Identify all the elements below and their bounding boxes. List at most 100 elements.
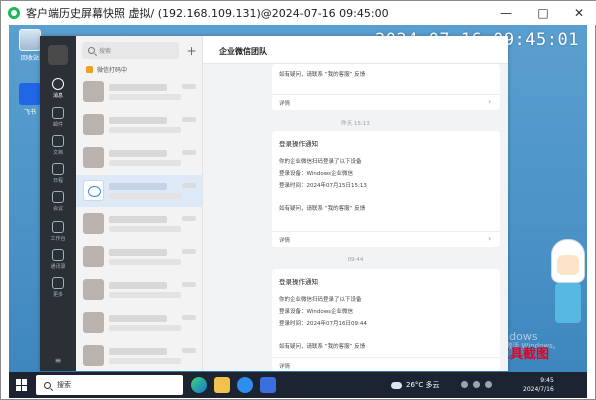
minimize-button[interactable]: — <box>488 1 524 25</box>
list-item[interactable] <box>76 76 202 108</box>
blurred-time <box>182 216 196 221</box>
character-face <box>557 255 579 275</box>
tray-icon[interactable] <box>461 381 468 388</box>
document-icon <box>52 135 64 147</box>
wecom-nav-bar: 消息 邮件 文档 日程 会议 工作台 通讯录 更多 ≡ <box>40 36 76 371</box>
details-label: 详情 <box>279 238 291 244</box>
blurred-time <box>182 348 196 353</box>
avatar <box>83 312 104 333</box>
details-link[interactable]: 详情 <box>272 357 500 371</box>
details-link[interactable]: 详情 › <box>272 94 500 110</box>
avatar <box>83 345 104 366</box>
blurred-name <box>109 315 167 322</box>
message-timestamp: 09:44 <box>347 257 364 263</box>
maximize-button[interactable]: □ <box>525 1 561 25</box>
nav-messages[interactable]: 消息 <box>40 78 76 99</box>
blurred-time <box>182 249 196 254</box>
message-icon <box>52 78 64 90</box>
nav-mail[interactable]: 邮件 <box>40 107 76 128</box>
nav-label: 文档 <box>52 150 63 156</box>
message-timestamp: 昨天 15:13 <box>341 121 370 127</box>
list-item[interactable] <box>76 307 202 339</box>
close-button[interactable]: ✕ <box>561 1 596 25</box>
title-bar: 客户端历史屏幕快照 虚拟/ (192.168.109.131)@2024-07-… <box>1 1 596 25</box>
nav-workbench[interactable]: 工作台 <box>40 221 76 242</box>
nav-meetings[interactable]: 会议 <box>40 191 76 212</box>
nav-documents[interactable]: 文档 <box>40 135 76 156</box>
file-explorer-icon[interactable] <box>214 377 230 393</box>
nav-label: 邮件 <box>52 122 63 128</box>
list-item[interactable] <box>76 109 202 141</box>
list-item[interactable] <box>76 142 202 174</box>
user-avatar[interactable] <box>48 45 68 65</box>
blurred-preview <box>109 127 181 133</box>
blurred-name <box>109 216 167 223</box>
mail-icon <box>52 107 64 119</box>
blurred-preview <box>109 259 181 265</box>
notice-banner[interactable]: 微信打码中 <box>86 65 127 74</box>
card-title: 登录操作通知 <box>279 140 318 148</box>
blurred-time <box>182 282 196 287</box>
more-icon <box>52 277 64 289</box>
bell-icon <box>86 66 93 73</box>
taskbar-clock[interactable]: 9:45 2024/7/16 <box>523 376 554 394</box>
avatar <box>83 147 104 168</box>
card-contact-line: 如有疑问，请联系 “我的客服” 反馈 <box>279 72 366 78</box>
notice-text: 微信打码中 <box>97 67 128 74</box>
weather-text: 26°C 多云 <box>406 381 440 389</box>
list-item[interactable] <box>76 208 202 240</box>
nav-label: 日程 <box>52 178 63 184</box>
nav-contacts[interactable]: 通讯录 <box>40 249 76 270</box>
card-line: 登录时间：2024年07月16日09:44 <box>279 321 367 327</box>
start-button[interactable] <box>16 379 28 391</box>
card-line: 你的企业微信扫码登录了以下设备 <box>279 159 362 165</box>
search-input[interactable]: 搜索 <box>82 42 179 59</box>
nav-calendar[interactable]: 日程 <box>40 163 76 184</box>
blurred-time <box>182 84 196 89</box>
system-tray <box>461 381 497 388</box>
blurred-preview <box>109 94 181 100</box>
chevron-right-icon: › <box>488 234 492 243</box>
blurred-name <box>109 117 167 124</box>
blurred-preview <box>109 325 181 331</box>
blurred-time <box>182 315 196 320</box>
weather-widget[interactable]: 26°C 多云 <box>391 380 440 390</box>
edge-icon[interactable] <box>191 377 207 393</box>
avatar <box>83 81 104 102</box>
viewer-app-icon <box>8 7 20 19</box>
details-label: 详情 <box>279 101 291 107</box>
details-link[interactable]: 详情 › <box>272 231 500 247</box>
card-line: 登录设备：Windows企业微信 <box>279 309 354 315</box>
blurred-preview <box>109 226 181 232</box>
taskbar-date: 2024/7/16 <box>523 386 554 393</box>
card-contact-line: 如有疑问，请联系 “我的客服” 反馈 <box>279 206 366 212</box>
feishu-icon[interactable] <box>260 377 276 393</box>
nav-label: 通讯录 <box>50 264 66 270</box>
list-item[interactable] <box>76 274 202 306</box>
message-card: 登录操作通知 你的企业微信扫码登录了以下设备 登录设备：Windows企业微信 … <box>272 131 500 247</box>
calendar-icon <box>52 163 64 175</box>
wecom-icon[interactable] <box>237 377 253 393</box>
window-title: 客户端历史屏幕快照 虚拟/ (192.168.109.131)@2024-07-… <box>26 7 389 20</box>
workbench-icon <box>52 221 64 233</box>
taskbar-search-label: 搜索 <box>57 381 71 389</box>
screenshot-viewer-window: 客户端历史屏幕快照 虚拟/ (192.168.109.131)@2024-07-… <box>0 0 596 400</box>
list-item[interactable] <box>76 241 202 273</box>
list-item[interactable] <box>76 340 202 371</box>
blurred-time <box>182 183 196 188</box>
menu-icon[interactable]: ≡ <box>40 356 76 365</box>
recycle-bin-icon <box>19 29 41 51</box>
nav-label: 更多 <box>52 292 63 298</box>
chevron-right-icon: › <box>488 97 492 106</box>
nav-more[interactable]: 更多 <box>40 277 76 298</box>
add-button[interactable]: + <box>183 42 200 59</box>
contacts-icon <box>52 249 64 261</box>
chat-title: 企业微信团队 <box>219 47 267 56</box>
blurred-name <box>109 150 167 157</box>
tray-icon[interactable] <box>485 381 492 388</box>
list-item-selected[interactable] <box>76 175 202 207</box>
character-body <box>555 283 581 323</box>
details-label: 详情 <box>279 364 291 370</box>
taskbar-search[interactable]: 搜索 <box>36 375 183 395</box>
tray-icon[interactable] <box>473 381 480 388</box>
